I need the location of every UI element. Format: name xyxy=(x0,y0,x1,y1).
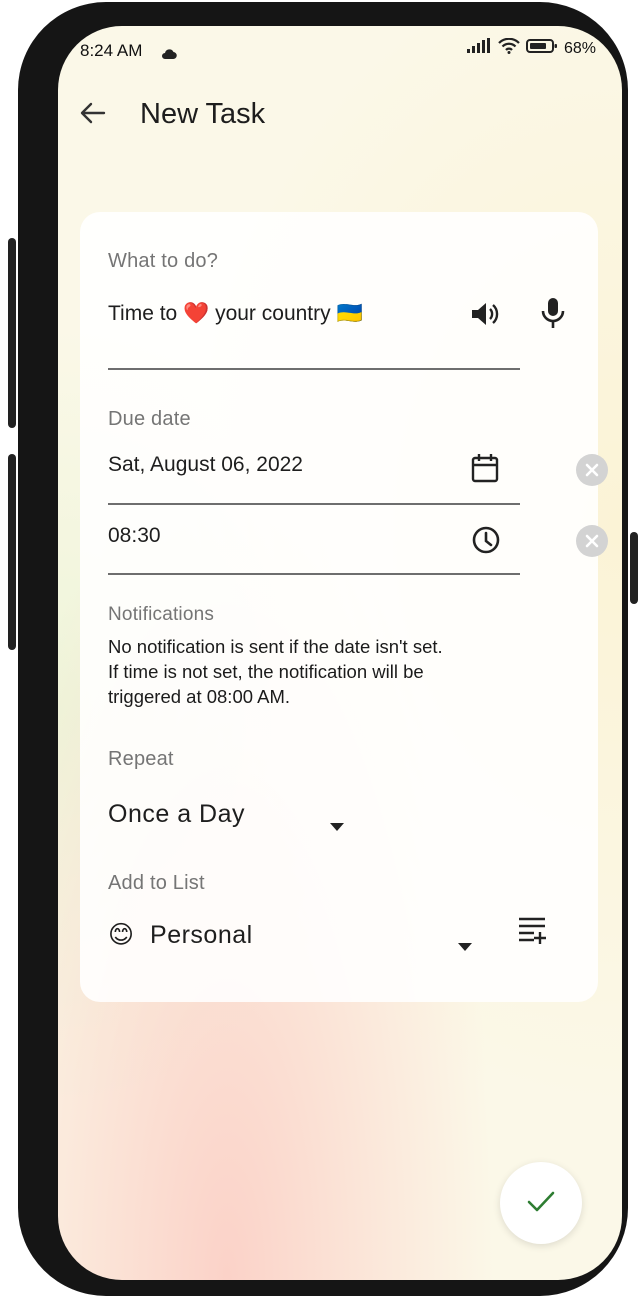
app-bar: New Task xyxy=(58,90,622,146)
dropdown-arrow-icon xyxy=(458,929,472,958)
clear-time-icon[interactable] xyxy=(576,525,608,557)
task-label: What to do? xyxy=(108,250,219,272)
due-date-field[interactable]: Sat, August 06, 2022 xyxy=(108,453,303,477)
notifications-info: No notification is sent if the date isn'… xyxy=(108,634,558,709)
task-form-card: What to do? Time to ❤️ your country 🇺🇦 D… xyxy=(80,212,608,1002)
notifications-label: Notifications xyxy=(108,604,215,625)
task-input[interactable]: Time to ❤️ your country 🇺🇦 xyxy=(108,302,448,326)
save-task-button[interactable] xyxy=(500,1162,582,1244)
battery-percent: 68% xyxy=(563,39,596,57)
due-date-label: Due date xyxy=(108,408,191,430)
add-to-list-label: Add to List xyxy=(108,872,205,894)
microphone-icon[interactable] xyxy=(538,296,568,335)
list-dropdown[interactable]: 😊 Personal xyxy=(108,920,478,951)
battery-icon xyxy=(525,38,558,59)
task-text-start: Time to xyxy=(108,302,178,325)
notifications-line-3: triggered at 08:00 AM. xyxy=(108,686,291,707)
list-selected: Personal xyxy=(150,921,253,949)
power-button xyxy=(630,532,638,604)
smile-emoji: 😊 xyxy=(108,921,135,949)
calendar-icon[interactable] xyxy=(470,452,500,489)
add-list-icon[interactable] xyxy=(516,914,548,951)
wifi-icon xyxy=(498,37,520,59)
volume-button xyxy=(8,238,16,428)
chevron-down-icon xyxy=(330,809,344,838)
repeat-selected: Once a Day xyxy=(108,800,246,828)
due-time-field[interactable]: 08:30 xyxy=(108,524,161,548)
notifications-line-1: No notification is sent if the date isn'… xyxy=(108,636,443,657)
task-underline xyxy=(108,368,520,370)
speaker-icon[interactable] xyxy=(468,298,500,335)
status-time: 8:24 AM xyxy=(80,41,143,60)
app-screen: 8:24 AM 68% New Task What to do? Time to… xyxy=(58,26,622,1280)
time-underline xyxy=(108,573,520,575)
phone-frame: 8:24 AM 68% New Task What to do? Time to… xyxy=(8,2,638,1296)
check-icon xyxy=(527,1190,555,1219)
repeat-label: Repeat xyxy=(108,748,174,770)
task-text-end: your country xyxy=(215,302,331,325)
cloud-icon xyxy=(161,45,177,65)
date-underline xyxy=(108,503,520,505)
clock-icon[interactable] xyxy=(470,524,502,561)
heart-emoji: ❤️ xyxy=(183,302,210,325)
clear-date-icon[interactable] xyxy=(576,454,608,486)
ukraine-flag-emoji: 🇺🇦 xyxy=(336,302,363,325)
page-title: New Task xyxy=(140,98,266,130)
repeat-dropdown[interactable]: Once a Day xyxy=(108,800,348,831)
volume-button-lower xyxy=(8,454,16,650)
arrow-back-icon[interactable] xyxy=(78,98,108,128)
notifications-line-2: If time is not set, the notification wil… xyxy=(108,661,424,682)
status-bar: 8:24 AM 68% xyxy=(58,26,622,76)
signal-icon xyxy=(466,38,492,59)
